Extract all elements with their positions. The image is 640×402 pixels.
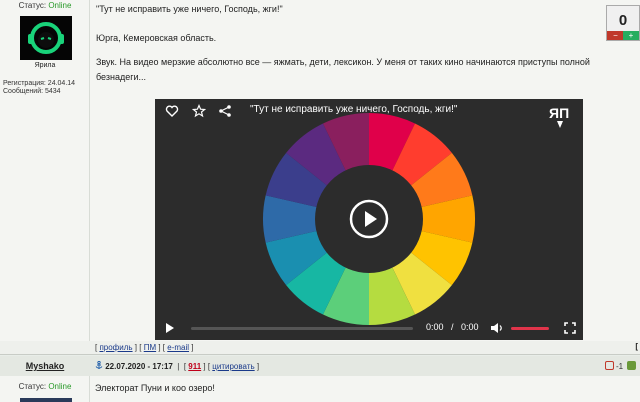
bracket: ] xyxy=(254,362,260,371)
next-post-meta: 22.07.2020 - 17:17 | [ 911 ] [ цитироват… xyxy=(95,360,260,371)
post-body: Звук. На видео мерзкие абсолютно все — я… xyxy=(96,57,590,82)
time-current: 0:00 xyxy=(426,322,444,332)
volume-slider[interactable] xyxy=(511,327,549,330)
author-nick: Ярила xyxy=(34,62,56,69)
heart-icon[interactable] xyxy=(165,104,179,118)
email-link[interactable]: e-mail xyxy=(167,343,189,352)
bracket: ] xyxy=(189,343,194,352)
next-post-vote: -1 xyxy=(605,361,637,371)
profile-links: [ профиль ] [ ПМ ] [ e-mail ] xyxy=(95,343,193,352)
bracket: ] [ xyxy=(201,362,213,371)
author-column: Статус: Online Ярила Регистрация: 24.04.… xyxy=(0,0,90,341)
vote-up-icon[interactable] xyxy=(627,361,637,370)
avatar[interactable] xyxy=(20,16,72,60)
player-top-bar: "Тут не исправить уже ничего, Господь, ж… xyxy=(155,99,583,128)
star-icon[interactable] xyxy=(191,103,207,118)
status-online: Online xyxy=(48,382,72,391)
next-post-header: Myshako 22.07.2020 - 17:17 | [ 911 ] [ ц… xyxy=(0,356,640,376)
avatar[interactable] xyxy=(20,398,72,402)
status-label: Статус: xyxy=(18,382,47,391)
pm-link[interactable]: ПМ xyxy=(144,343,156,352)
bracket: ] [ xyxy=(156,343,168,352)
video-player[interactable]: "Тут не исправить уже ничего, Господь, ж… xyxy=(155,99,583,340)
post-location: Юрга, Кемеровская область. xyxy=(96,33,217,43)
right-bracket: [ xyxy=(635,342,638,351)
message-count: Сообщений: 5434 xyxy=(3,88,61,95)
player-title: "Тут не исправить уже ничего, Господь, ж… xyxy=(250,104,458,115)
status-label: Статус: xyxy=(18,1,47,10)
next-post-date: 22.07.2020 - 17:17 xyxy=(105,362,173,371)
bracket: ] [ xyxy=(132,343,144,352)
rating-plus-button[interactable]: + xyxy=(623,31,639,40)
share-icon[interactable] xyxy=(218,104,232,118)
rating-box: 0 − + xyxy=(606,5,640,41)
post-title: "Тут не исправить уже ничего, Господь, ж… xyxy=(96,4,283,14)
registration-date: Регистрация: 24.04.14 xyxy=(3,80,76,87)
svg-text:ЯП: ЯП xyxy=(549,105,569,121)
status-online: Online xyxy=(48,1,72,10)
status-line: Статус: Online xyxy=(0,382,90,391)
rating-minus-button[interactable]: − xyxy=(607,31,624,40)
post-footer-links: [ профиль ] [ ПМ ] [ e-mail ] [ xyxy=(0,341,640,355)
site-logo: ЯП xyxy=(547,102,575,130)
status-line: Статус: Online xyxy=(0,1,90,10)
play-small-icon[interactable] xyxy=(165,323,175,333)
next-post-author[interactable]: Myshako xyxy=(0,361,90,371)
vote-value: -1 xyxy=(616,362,624,371)
quote-link[interactable]: цитировать xyxy=(212,362,254,371)
volume-icon[interactable] xyxy=(490,322,504,334)
time-separator: / xyxy=(451,322,454,332)
post-number-link[interactable]: 911 xyxy=(188,362,201,371)
next-post-body: Статус: Online Электорат Пуни и коо озер… xyxy=(0,376,640,402)
fullscreen-icon[interactable] xyxy=(564,322,576,334)
next-post-author-column: Статус: Online xyxy=(0,376,90,402)
rating-value: 0 xyxy=(618,12,628,29)
anchor-icon[interactable] xyxy=(95,360,103,370)
profile-link[interactable]: профиль xyxy=(99,343,132,352)
time-total: 0:00 xyxy=(461,322,479,332)
play-icon[interactable] xyxy=(349,199,389,239)
next-post-text: Электорат Пуни и коо озеро! xyxy=(95,383,215,393)
seek-bar[interactable] xyxy=(191,327,413,330)
player-control-bar: 0:00 / 0:00 xyxy=(155,316,583,340)
vote-down-icon[interactable] xyxy=(605,361,614,370)
